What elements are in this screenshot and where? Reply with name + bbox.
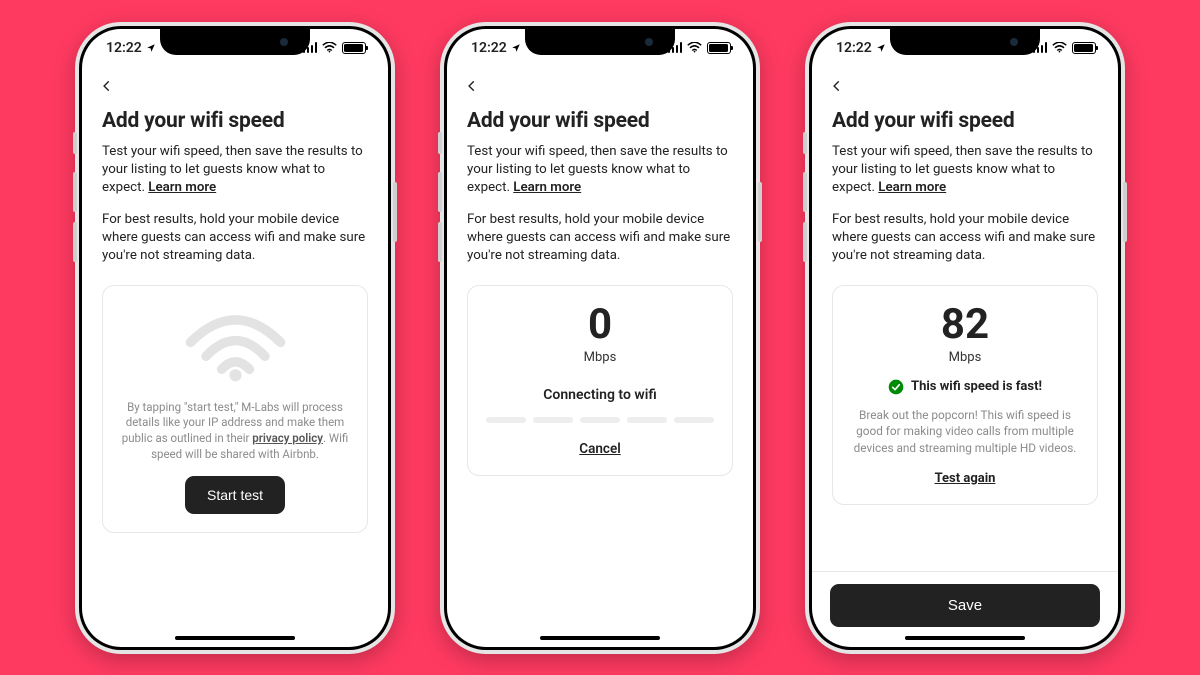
intro-paragraph-2: For best results, hold your mobile devic… — [832, 211, 1098, 265]
learn-more-link[interactable]: Learn more — [878, 180, 946, 195]
intro-paragraph-1: Test your wifi speed, then save the resu… — [467, 143, 733, 197]
learn-more-link[interactable]: Learn more — [513, 180, 581, 195]
back-button[interactable] — [465, 71, 495, 101]
result-badge-text: This wifi speed is fast! — [911, 379, 1042, 394]
phone-frame-2: 12:22 Add your wifi speed Test your w — [440, 22, 760, 654]
page-title: Add your wifi speed — [467, 109, 733, 133]
back-button[interactable] — [830, 71, 860, 101]
test-again-button[interactable]: Test again — [935, 471, 996, 486]
privacy-policy-link[interactable]: privacy policy — [252, 431, 323, 445]
notch — [890, 29, 1040, 55]
battery-icon — [1072, 42, 1096, 54]
speed-test-card: By tapping "start test," M-Labs will pro… — [102, 285, 368, 533]
wifi-icon — [322, 42, 337, 53]
disclaimer-text: By tapping "start test," M-Labs will pro… — [121, 400, 349, 462]
phone-frame-3: 12:22 Add your wifi speed Test your w — [805, 22, 1125, 654]
result-description: Break out the popcorn! This wifi speed i… — [851, 407, 1079, 457]
location-icon — [876, 43, 886, 53]
phone-frame-1: 12:22 Add your wifi speed Test your w — [75, 22, 395, 654]
cancel-button[interactable]: Cancel — [579, 441, 620, 457]
notch — [525, 29, 675, 55]
wifi-icon — [1052, 42, 1067, 53]
location-icon — [146, 43, 156, 53]
page-title: Add your wifi speed — [102, 109, 368, 133]
check-circle-icon — [888, 379, 904, 395]
connection-status: Connecting to wifi — [543, 387, 656, 403]
status-time: 12:22 — [836, 40, 872, 56]
save-button[interactable]: Save — [830, 584, 1100, 627]
home-indicator[interactable] — [540, 636, 660, 640]
start-test-button[interactable]: Start test — [185, 476, 285, 514]
battery-icon — [342, 42, 366, 54]
speed-test-card: 82 Mbps This wifi speed is fast! Break o… — [832, 285, 1098, 505]
speed-unit: Mbps — [949, 350, 982, 365]
intro-paragraph-1: Test your wifi speed, then save the resu… — [832, 143, 1098, 197]
battery-icon — [707, 42, 731, 54]
location-icon — [511, 43, 521, 53]
intro-paragraph-1: Test your wifi speed, then save the resu… — [102, 143, 368, 197]
intro-paragraph-2: For best results, hold your mobile devic… — [467, 211, 733, 265]
status-time: 12:22 — [471, 40, 507, 56]
learn-more-link[interactable]: Learn more — [148, 180, 216, 195]
intro-text-1: Test your wifi speed, then save the resu… — [102, 144, 363, 195]
notch — [160, 29, 310, 55]
home-indicator[interactable] — [905, 636, 1025, 640]
wifi-icon — [687, 42, 702, 53]
home-indicator[interactable] — [175, 636, 295, 640]
result-badge: This wifi speed is fast! — [888, 379, 1042, 395]
speed-test-card: 0 Mbps Connecting to wifi Cancel — [467, 285, 733, 476]
status-time: 12:22 — [106, 40, 142, 56]
speed-value: 0 — [588, 304, 612, 346]
intro-paragraph-2: For best results, hold your mobile devic… — [102, 211, 368, 265]
speed-value: 82 — [941, 304, 989, 346]
back-button[interactable] — [100, 71, 130, 101]
progress-segments — [486, 417, 714, 423]
page-title: Add your wifi speed — [832, 109, 1098, 133]
speed-unit: Mbps — [584, 350, 617, 365]
wifi-large-icon — [183, 306, 288, 384]
